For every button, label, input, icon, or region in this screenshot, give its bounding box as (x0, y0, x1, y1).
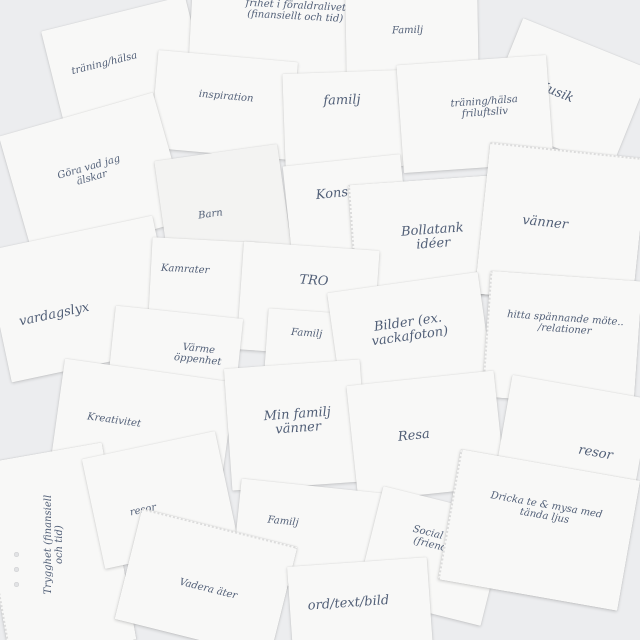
notebook-holes (14, 552, 19, 587)
note-text: Värme öppenhet (173, 341, 222, 368)
note-text: familj (323, 92, 361, 109)
hole (14, 552, 19, 557)
note-text: träning/hälsa friluftsliv (450, 93, 519, 120)
note-text: Familj (266, 514, 300, 529)
note-text: hitta spännande möte.. /relationer (506, 309, 625, 337)
note-text: Min familj vänner (263, 404, 332, 438)
note-text: Vadera äter (178, 576, 239, 602)
note-text: Familj (391, 24, 424, 37)
note-text: inspiration (198, 88, 254, 105)
note-text: vänner (521, 212, 569, 233)
note-text: Göra vad jag älskar (56, 153, 122, 188)
paper-notes-scene: träning/hälsa frihet i föraldralivet (fi… (0, 0, 640, 640)
note-text: TRO (298, 272, 329, 290)
note-min-familj: Min familj vänner (223, 359, 369, 491)
note-text: Bilder (ex. vackafoton) (370, 310, 450, 349)
note-text: vardagslyx (17, 299, 91, 330)
note-text: Trygghet (finansiell och tid) (43, 494, 65, 595)
note-ord-text-bild: ord/text/bild (287, 557, 433, 640)
note-text: träning/hälsa (70, 50, 139, 78)
note-text: Familj (290, 326, 323, 341)
note-text: Resa (397, 426, 431, 445)
hole (14, 582, 19, 587)
note-text: Kamrater (160, 262, 210, 277)
note-text: Dricka te & mysa med tända ljus (489, 490, 604, 526)
note-text: Barn (197, 207, 224, 222)
note-text: Kreativitet (86, 411, 142, 430)
note-text: Bollatank idéer (400, 220, 465, 253)
note-text: frihet i föraldralivet (finansiellt och … (245, 0, 347, 25)
hole (14, 567, 19, 572)
note-text: ord/text/bild (307, 592, 390, 614)
note-text: resor (577, 442, 614, 464)
